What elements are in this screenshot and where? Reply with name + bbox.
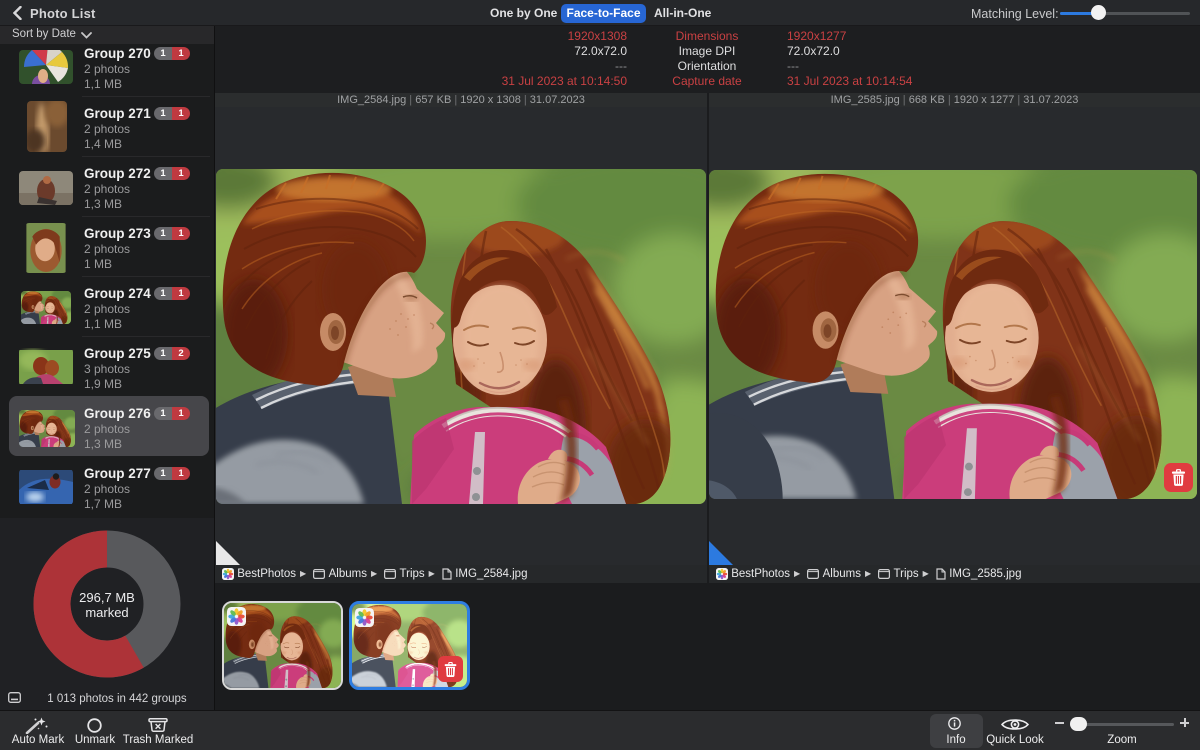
svg-text:marked: marked bbox=[85, 605, 128, 620]
svg-text:296,7 MB: 296,7 MB bbox=[79, 590, 135, 605]
